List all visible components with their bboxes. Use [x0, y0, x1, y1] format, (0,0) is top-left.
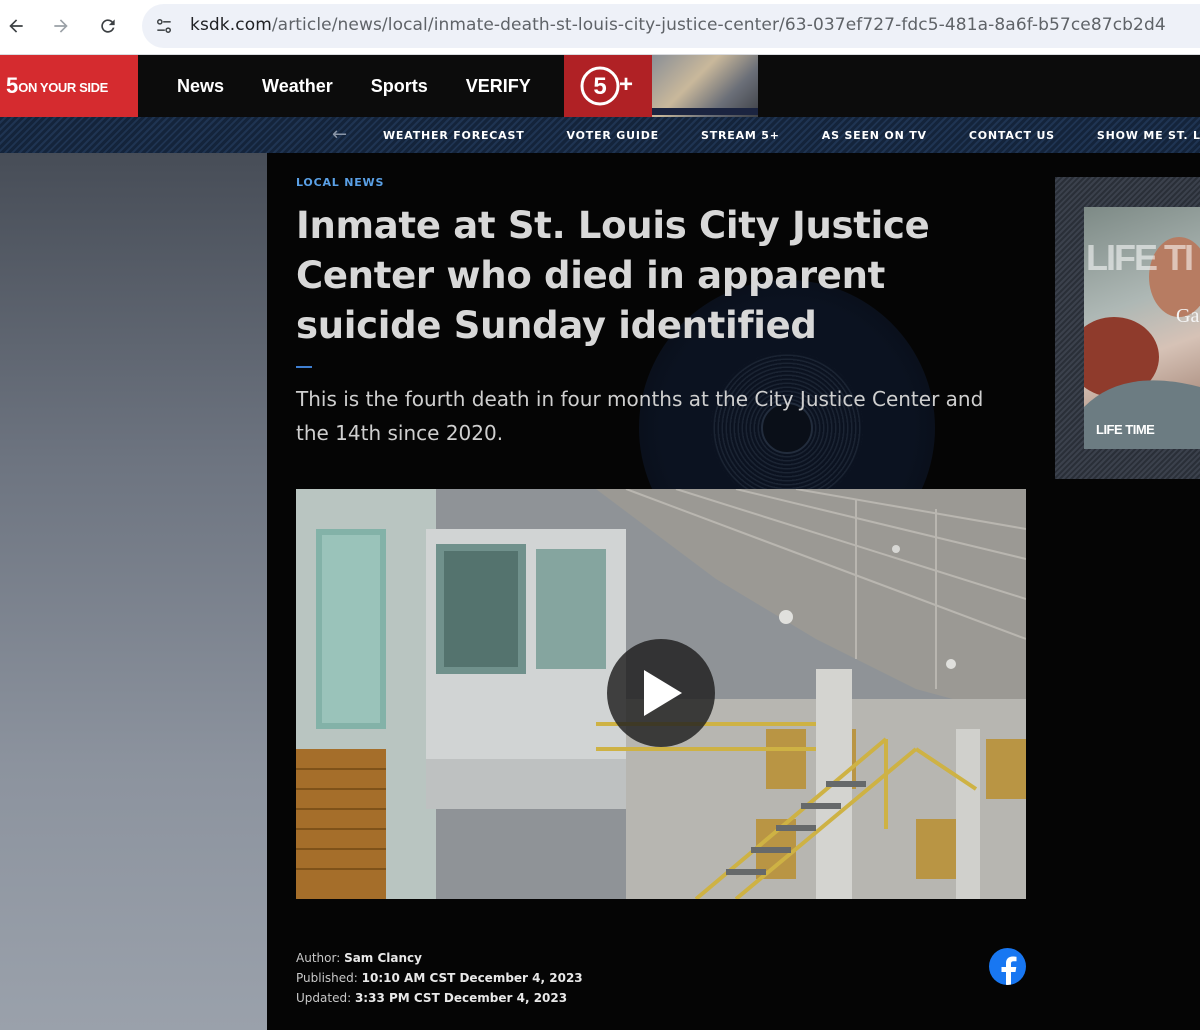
site-header: 5 ON YOUR SIDE News Weather Sports VERIF…	[0, 55, 1200, 117]
subnav-voter-guide[interactable]: VOTER GUIDE	[567, 129, 660, 142]
thumbnail-ticker	[652, 108, 758, 115]
author-name[interactable]: Sam Clancy	[344, 951, 422, 965]
live-stream-thumbnail[interactable]	[652, 55, 758, 117]
subnav-show-me-st-louis[interactable]: SHOW ME ST. LOUIS	[1097, 129, 1200, 142]
advertisement[interactable]: LIFE TI Ga LIFE TIME	[1084, 207, 1200, 449]
stream-5plus-button[interactable]: 5 +	[564, 55, 652, 117]
forward-button[interactable]	[47, 12, 75, 40]
logo-number: 5	[6, 73, 18, 98]
main-nav: News Weather Sports VERIFY	[158, 55, 550, 117]
subnav-scroll-left-icon[interactable]: ←	[332, 124, 347, 145]
updated-date: 3:33 PM CST December 4, 2023	[354, 991, 568, 1005]
article-subheadline: This is the fourth death in four months …	[296, 387, 984, 445]
reload-icon	[101, 19, 115, 33]
secondary-nav-links: WEATHER FORECAST VOTER GUIDE STREAM 5+ A…	[362, 117, 1200, 153]
ad-brand: LIFE TIME	[1096, 422, 1155, 437]
site-settings-icon[interactable]	[154, 16, 174, 36]
author-line: Author: Sam Clancy	[296, 948, 583, 968]
back-button[interactable]	[2, 12, 30, 40]
facebook-share-button[interactable]	[989, 948, 1026, 985]
published-label: Published:	[296, 971, 358, 985]
nav-sports[interactable]: Sports	[371, 76, 428, 97]
url-text[interactable]: ksdk.com/article/news/local/inmate-death…	[190, 15, 1166, 35]
published-line: Published: 10:10 AM CST December 4, 2023	[296, 968, 583, 988]
arrow-left-icon	[9, 19, 23, 33]
nav-verify[interactable]: VERIFY	[466, 76, 531, 97]
updated-line: Updated: 3:33 PM CST December 4, 2023	[296, 988, 583, 1008]
svg-text:+: +	[619, 71, 633, 98]
svg-text:5: 5	[593, 73, 606, 100]
arrow-right-icon	[54, 19, 68, 33]
author-label: Author:	[296, 951, 341, 965]
nav-weather[interactable]: Weather	[262, 76, 333, 97]
subnav-as-seen-on-tv[interactable]: AS SEEN ON TV	[822, 129, 927, 142]
browser-toolbar: ksdk.com/article/news/local/inmate-death…	[0, 0, 1200, 55]
page-background-left	[0, 153, 267, 1030]
url-host: ksdk.com	[190, 15, 272, 35]
address-bar[interactable]: ksdk.com/article/news/local/inmate-death…	[142, 4, 1200, 48]
reload-button[interactable]	[94, 12, 122, 40]
video-player[interactable]	[296, 489, 1026, 899]
subnav-stream-5plus[interactable]: STREAM 5+	[701, 129, 780, 142]
secondary-nav: ← WEATHER FORECAST VOTER GUIDE STREAM 5+…	[0, 117, 1200, 153]
facebook-icon	[1001, 956, 1016, 985]
logo-text: ON YOUR SIDE	[18, 80, 108, 95]
article-byline: Author: Sam Clancy Published: 10:10 AM C…	[296, 948, 583, 1008]
url-path: /article/news/local/inmate-death-st-loui…	[271, 15, 1166, 35]
advertisement-frame: LIFE TI Ga LIFE TIME	[1055, 177, 1200, 479]
nav-news[interactable]: News	[177, 76, 224, 97]
subnav-weather-forecast[interactable]: WEATHER FORECAST	[383, 129, 525, 142]
stream-5plus-logo-icon: 5 +	[580, 66, 633, 106]
site-logo[interactable]: 5 ON YOUR SIDE	[0, 55, 138, 117]
subnav-contact-us[interactable]: CONTACT US	[969, 129, 1055, 142]
published-date: 10:10 AM CST December 4, 2023	[361, 971, 583, 985]
ad-subtext: Ga	[1176, 305, 1200, 327]
play-icon	[644, 670, 682, 716]
updated-label: Updated:	[296, 991, 352, 1005]
article-headline: Inmate at St. Louis City Justice Center …	[296, 204, 930, 347]
ad-headline: LIFE TI	[1086, 237, 1194, 278]
article-category[interactable]: LOCAL NEWS	[296, 176, 384, 189]
headline-divider	[296, 366, 312, 368]
video-play-button[interactable]	[607, 639, 715, 747]
